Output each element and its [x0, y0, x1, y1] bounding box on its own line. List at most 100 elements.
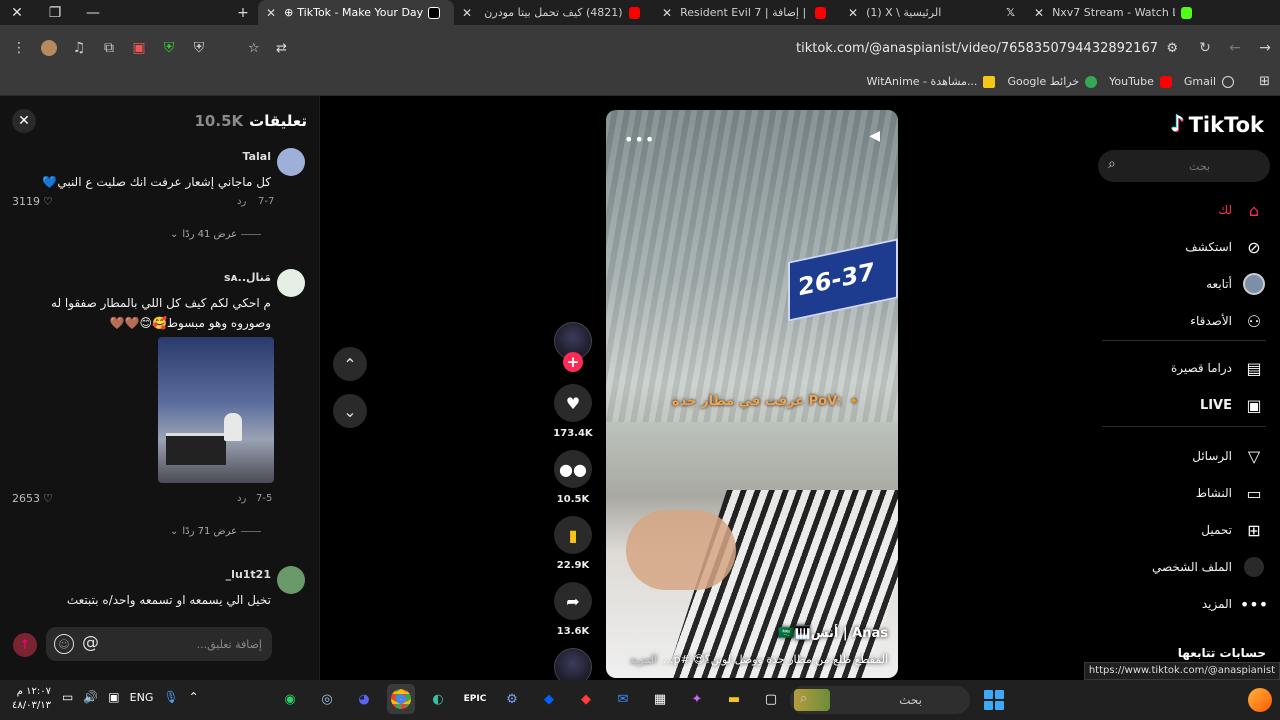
red-app-icon[interactable]: ◆	[572, 684, 600, 714]
avatar[interactable]	[277, 566, 305, 594]
share-arrow-icon[interactable]: ➦	[554, 582, 592, 620]
avatar[interactable]	[277, 269, 305, 297]
whatsapp-app-icon[interactable]: ◉	[276, 684, 304, 714]
reply-button[interactable]: رد	[237, 493, 246, 504]
close-tab-icon[interactable]: ✕	[1034, 6, 1044, 20]
emoji-icon[interactable]: ☺	[54, 634, 74, 654]
sidebar-item-explore[interactable]: ⊘ استكشف	[1106, 233, 1266, 261]
clock[interactable]: ١٢:٠٧ م ٤٨/٠٣/١٣	[12, 685, 51, 713]
extensions-puzzle-icon[interactable]: ⧉	[94, 33, 124, 63]
start-button[interactable]	[980, 686, 1008, 714]
edge-app-icon[interactable]: ◐	[424, 684, 452, 714]
tab-x[interactable]: ✕ (1) X \ الرئيسية 𝕏	[840, 0, 1026, 25]
bookmark-icon[interactable]: ▮	[554, 516, 592, 554]
discord-app-icon[interactable]: ◕	[350, 684, 378, 714]
network-icon[interactable]: ▣	[108, 690, 119, 704]
back-icon[interactable]: →	[1250, 33, 1280, 63]
comment-username[interactable]: lu1t21_	[226, 568, 271, 581]
taskbar-search[interactable]: بحث ⌕	[790, 686, 970, 714]
sidebar-item-following[interactable]: أتابعه	[1106, 270, 1266, 298]
bookmark-youtube[interactable]: YouTube	[1109, 75, 1172, 88]
minimize-window-icon[interactable]: —	[80, 0, 106, 25]
comment-like-button[interactable]: 2653 ♡	[12, 492, 53, 505]
close-window-icon[interactable]: ✕	[4, 0, 30, 25]
comment-username[interactable]: مَنال..ѕᴀ	[224, 271, 271, 284]
volume-icon[interactable]: 🔊	[83, 690, 98, 704]
sidebar-item-live[interactable]: ▣ LIVE	[1106, 391, 1266, 419]
shield-green-icon[interactable]: ⛨	[154, 33, 184, 63]
sidebar-item-profile[interactable]: الملف الشخصي	[1106, 553, 1266, 581]
search-input[interactable]: بحث ⌕	[1098, 150, 1270, 182]
settings-app-icon[interactable]: ⚙	[498, 684, 526, 714]
sidebar-item-messages[interactable]: ▽ الرسائل	[1106, 442, 1266, 470]
comment-input[interactable]: إضافة تعليق... ☺ @	[46, 627, 272, 661]
chrome-app-icon[interactable]	[387, 684, 415, 714]
bookmark-witanime[interactable]: WitAnime - مشاهدة...	[867, 75, 996, 88]
view-replies-button[interactable]: ⌄ عرض 71 ردًا	[170, 526, 262, 537]
sidebar-item-drama[interactable]: ▤ دراما قصيرة	[1106, 354, 1266, 382]
sidebar-item-upload[interactable]: ⊞ تحميل	[1106, 516, 1266, 544]
media-controls-icon[interactable]: ♫	[64, 33, 94, 63]
steam-app-icon[interactable]: ◎	[313, 684, 341, 714]
chevron-up-icon[interactable]: ⌃	[189, 690, 199, 704]
new-tab-button[interactable]: +	[230, 0, 256, 25]
file-explorer-app-icon[interactable]: ▬	[720, 684, 748, 714]
site-settings-icon[interactable]: ⚙	[1166, 41, 1178, 56]
post-comment-button[interactable]: ↑	[13, 633, 37, 657]
view-replies-button[interactable]: ⌄ عرض 41 ردًا	[170, 229, 262, 240]
bookmark-star-icon[interactable]: ☆	[248, 41, 260, 56]
close-tab-icon[interactable]: ✕	[662, 6, 672, 20]
more-options-icon[interactable]: •••	[624, 130, 655, 149]
shield-icon[interactable]: ⛨	[184, 33, 214, 63]
close-tab-icon[interactable]: ✕	[462, 6, 472, 20]
heart-icon[interactable]: ♥	[554, 384, 592, 422]
tiktok-logo[interactable]: ♪ TikTok	[1171, 112, 1264, 137]
app-icon[interactable]: ▢	[757, 684, 785, 714]
sidebar-item-more[interactable]: ••• المزيد	[1106, 590, 1268, 618]
forward-icon[interactable]: ←	[1220, 33, 1250, 63]
restore-window-icon[interactable]: ❐	[42, 0, 68, 25]
tab-kick[interactable]: ✕ Nxv7 Stream - Watch Live on Ki	[1026, 0, 1206, 25]
search-icon[interactable]: ⌕	[1108, 156, 1116, 172]
microphone-icon[interactable]: 🎙	[163, 690, 178, 704]
reload-icon[interactable]: ↻	[1190, 33, 1220, 63]
close-comments-button[interactable]: ✕	[12, 109, 36, 133]
epic-games-app-icon[interactable]: EPIC	[461, 684, 489, 714]
more-link[interactable]: المزيد	[629, 653, 657, 666]
sidebar-item-activity[interactable]: ▭ النشاط	[1106, 479, 1266, 507]
sidebar-item-friends[interactable]: ⚇ الأصدقاء	[1106, 307, 1266, 335]
tab-youtube-2[interactable]: ✕ Resident Evil 7 | إضافة | End of Z	[654, 0, 840, 25]
sidebar-item-foryou[interactable]: ⌂ لك	[1106, 196, 1266, 224]
close-tab-icon[interactable]: ✕	[266, 6, 276, 20]
bookmark-maps[interactable]: Google خرائط	[1007, 75, 1098, 88]
address-bar[interactable]: ☆ ⇄ tiktok.com/@anaspianist/video/765835…	[248, 33, 1188, 63]
follow-button[interactable]: +	[563, 352, 583, 372]
next-video-button[interactable]: ⌄	[333, 394, 367, 428]
reply-button[interactable]: رد	[237, 196, 246, 207]
extension-icon[interactable]: ▣	[124, 33, 154, 63]
language-indicator[interactable]: ENG	[130, 691, 154, 704]
close-tab-icon[interactable]: ✕	[848, 6, 858, 20]
video-author[interactable]: Anas | أنس🎹🇸🇦	[778, 626, 888, 641]
comment-image[interactable]	[158, 337, 274, 483]
mention-icon[interactable]: @	[82, 633, 99, 653]
mail-app-icon[interactable]: ✉	[609, 684, 637, 714]
bookmark-gmail[interactable]: Gmail	[1184, 75, 1234, 88]
volume-icon[interactable]: ◀	[869, 128, 880, 144]
apps-grid-icon[interactable]: ⊞	[1259, 74, 1270, 89]
comment-like-button[interactable]: 3119 ♡	[12, 195, 53, 208]
comment-username[interactable]: Talal	[243, 150, 271, 163]
menu-dots-icon[interactable]: ⋮	[4, 33, 34, 63]
tab-tiktok[interactable]: ✕ ⊕ TikTok - Make Your Day	[258, 0, 454, 25]
store-app-icon[interactable]: ▦	[646, 684, 674, 714]
avatar[interactable]	[277, 148, 305, 176]
tab-youtube-1[interactable]: ✕ (4821) كيف تحمل بيتا مودرن وراة	[454, 0, 654, 25]
comment-bubble-icon[interactable]: ●●	[554, 450, 592, 488]
copilot-app-icon[interactable]: ✦	[683, 684, 711, 714]
previous-video-button[interactable]: ⌃	[333, 347, 367, 381]
translate-icon[interactable]: ⇄	[276, 41, 287, 56]
dropbox-app-icon[interactable]: ◆	[535, 684, 563, 714]
notification-avatar-icon[interactable]	[1248, 688, 1272, 712]
battery-icon[interactable]: ▭	[62, 690, 73, 704]
video-player[interactable]: 26-37 عرفت في مطار جدة PoV: 🔸 ••• ◀ Anas…	[606, 110, 898, 678]
